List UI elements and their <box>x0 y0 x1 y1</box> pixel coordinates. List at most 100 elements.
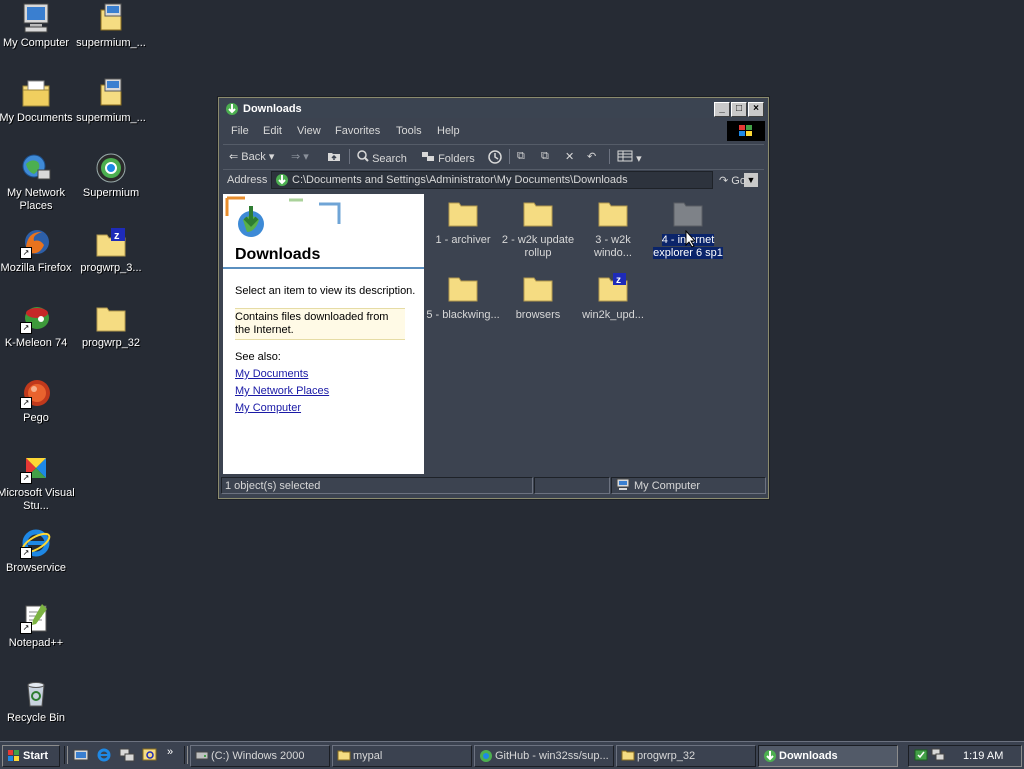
file-item[interactable]: 3 - w2k windo... <box>575 198 651 260</box>
see-also-heading: See also: <box>235 351 281 363</box>
task-label: GitHub - win32ss/sup... <box>495 750 609 762</box>
task-button[interactable]: (C:) Windows 2000 <box>190 745 330 767</box>
address-dropdown-icon[interactable]: ▼ <box>744 173 758 187</box>
file-item[interactable]: browsers <box>500 273 576 322</box>
folder-icon <box>447 198 479 230</box>
start-button[interactable]: Start <box>2 745 60 767</box>
my-computer-icon <box>616 478 630 494</box>
visual-studio-icon: ↗ <box>20 452 52 484</box>
undo-button[interactable]: ↶ <box>587 150 596 163</box>
network-icon[interactable] <box>119 747 135 766</box>
taskbar: Start » (C:) Windows 2000 mypal GitHub -… <box>0 741 1024 769</box>
search-icon[interactable] <box>142 747 158 766</box>
minimize-button[interactable]: _ <box>714 102 730 117</box>
search-label: Search <box>372 153 407 165</box>
file-item-selected[interactable]: 4 - internet explorer 6 sp1 <box>650 198 726 260</box>
desktop-icon-progwrp-folder[interactable]: progwrp_32 <box>72 302 150 350</box>
file-item-label: 1 - archiver <box>435 234 491 246</box>
installer-icon <box>95 77 127 109</box>
explorer-window[interactable]: Downloads _ □ × File Edit View Favorites… <box>218 97 769 499</box>
desktop-icon-label: Mozilla Firefox <box>0 262 72 274</box>
desktop-icon-browservice[interactable]: ↗ Browservice <box>0 527 75 575</box>
forward-button[interactable]: ⇒ ▾ <box>291 150 309 163</box>
folders-button[interactable]: Folders <box>421 150 475 165</box>
desktop-icon-notepadpp[interactable]: ↗ Notepad++ <box>0 602 75 650</box>
info-pane-divider <box>223 267 424 269</box>
file-item[interactable]: 1 - archiver <box>425 198 501 247</box>
desktop-icon-pego[interactable]: ↗ Pego <box>0 377 75 425</box>
kmeleon-icon: ↗ <box>20 302 52 334</box>
go-label: Go <box>731 175 746 187</box>
status-selection: 1 object(s) selected <box>221 477 533 494</box>
link-my-documents[interactable]: My Documents <box>235 368 308 380</box>
title-bar[interactable]: Downloads _ □ × <box>221 100 766 118</box>
downloads-icon <box>225 102 239 119</box>
quicklaunch-overflow-icon[interactable]: » <box>167 746 173 758</box>
up-folder-button[interactable] <box>327 150 341 165</box>
desktop-icon-supermium-installer-1[interactable]: supermium_... <box>72 2 150 50</box>
maximize-button[interactable]: □ <box>731 102 747 117</box>
file-item[interactable]: 2 - w2k update rollup <box>500 198 576 260</box>
file-item[interactable]: z win2k_upd... <box>575 273 651 322</box>
back-button[interactable]: ⇐ Back ▾ <box>229 150 274 163</box>
clock[interactable]: 1:19 AM <box>963 750 1003 762</box>
tray-app-icon[interactable] <box>914 748 928 765</box>
link-my-computer[interactable]: My Computer <box>235 402 301 414</box>
desktop-icon-k-meleon[interactable]: ↗ K-Meleon 74 <box>0 302 75 350</box>
downloads-banner-icon <box>223 194 343 242</box>
menu-edit[interactable]: Edit <box>263 125 282 137</box>
desktop-icon-my-computer[interactable]: My Computer <box>0 2 75 50</box>
address-bar: Address C:\Documents and Settings\Admini… <box>223 169 764 190</box>
desktop-icon-label: supermium_... <box>76 37 146 49</box>
internet-explorer-icon[interactable] <box>96 747 112 766</box>
back-dropdown-icon[interactable]: ▾ <box>269 151 275 163</box>
link-my-network-places[interactable]: My Network Places <box>235 385 329 397</box>
zip-folder-icon: z <box>95 227 127 259</box>
menu-file[interactable]: File <box>231 125 249 137</box>
history-icon <box>487 150 503 167</box>
file-list[interactable]: 1 - archiver 2 - w2k update rollup 3 - w… <box>425 194 764 474</box>
task-button[interactable]: GitHub - win32ss/sup... <box>474 745 614 767</box>
task-button-active[interactable]: Downloads <box>758 745 898 767</box>
history-button[interactable] <box>487 150 503 167</box>
taskbar-grip <box>184 746 188 764</box>
address-value: C:\Documents and Settings\Administrator\… <box>292 174 628 186</box>
task-button[interactable]: mypal <box>332 745 472 767</box>
views-button[interactable]: ▾ <box>617 150 642 165</box>
menu-tools[interactable]: Tools <box>396 125 422 137</box>
network-icon <box>20 152 52 184</box>
desktop-icon-my-documents[interactable]: My Documents <box>0 77 75 125</box>
copy-to-button[interactable]: ⧉ <box>541 150 549 163</box>
desktop-icon-supermium[interactable]: Supermium <box>72 152 150 200</box>
show-desktop-icon[interactable] <box>73 747 89 766</box>
menu-help[interactable]: Help <box>437 125 460 137</box>
move-to-button[interactable]: ⧉ <box>517 150 525 163</box>
folder-icon <box>597 198 629 230</box>
views-dropdown-icon: ▾ <box>636 153 642 165</box>
info-pane-hint: Select an item to view its description. <box>235 285 416 297</box>
menu-view[interactable]: View <box>297 125 321 137</box>
status-size <box>534 477 610 494</box>
desktop-icon-supermium-installer-2[interactable]: supermium_... <box>72 77 150 125</box>
status-zone: My Computer <box>611 477 766 494</box>
desktop-icon-recycle-bin[interactable]: Recycle Bin <box>0 677 75 725</box>
desktop-icon-my-network-places[interactable]: My Network Places <box>0 152 75 213</box>
desktop-icon-visual-studio[interactable]: ↗ Microsoft Visual Stu... <box>0 452 75 513</box>
toolbar-separator <box>349 149 350 164</box>
downloads-icon <box>275 173 289 190</box>
file-item[interactable]: 5 - blackwing... <box>425 273 501 322</box>
delete-button[interactable]: ✕ <box>565 150 574 163</box>
go-arrow-icon: ↷ <box>719 175 729 187</box>
tray-network-icon[interactable] <box>931 748 945 765</box>
address-input[interactable]: C:\Documents and Settings\Administrator\… <box>271 171 758 190</box>
task-button[interactable]: progwrp_32 <box>616 745 756 767</box>
menu-favorites[interactable]: Favorites <box>335 125 380 137</box>
search-button[interactable]: Search <box>357 150 407 165</box>
desktop-icon-progwrp-zip[interactable]: z progwrp_3... <box>72 227 150 275</box>
svg-text:z: z <box>616 275 621 286</box>
close-button[interactable]: × <box>748 102 764 117</box>
toolbar: ⇐ Back ▾ ⇒ ▾ Search Folders ⧉ ⧉ ✕ ↶ ▾ <box>223 144 764 167</box>
desktop-icon-mozilla-firefox[interactable]: ↗ Mozilla Firefox <box>0 227 75 275</box>
desktop-icon-label: K-Meleon 74 <box>4 337 68 349</box>
go-button[interactable]: ↷ Go <box>719 174 746 187</box>
